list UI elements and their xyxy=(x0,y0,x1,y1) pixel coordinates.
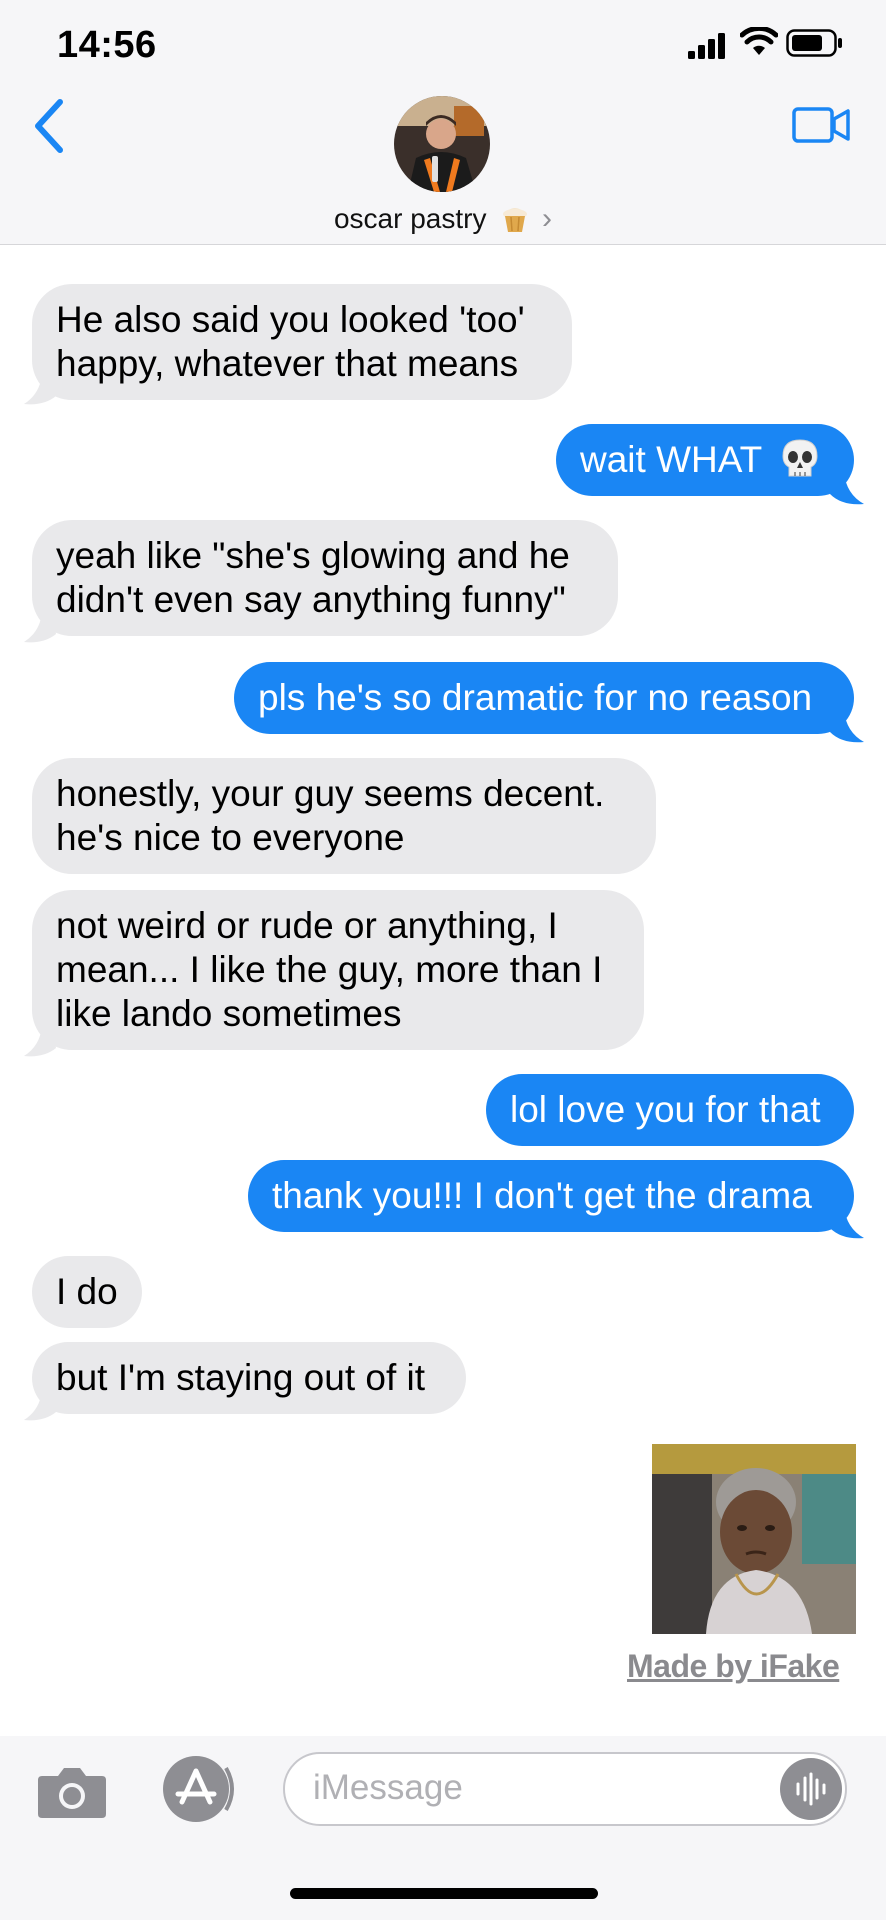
contact-name-row[interactable]: oscar pastry › xyxy=(0,202,886,236)
status-time: 14:56 xyxy=(57,24,157,66)
audio-message-button[interactable] xyxy=(780,1758,842,1820)
outgoing-message-bubble[interactable]: thank you!!! I don't get the drama xyxy=(248,1160,854,1232)
camera-icon[interactable] xyxy=(36,1764,108,1820)
contact-name: oscar pastry xyxy=(333,203,487,234)
bubble-tail xyxy=(24,374,56,405)
message-line: honestly, your guy seems decent. xyxy=(56,773,605,814)
message-line: He also said you looked 'too' xyxy=(56,299,525,340)
incoming-message-bubble[interactable]: yeah like "she's glowing and he didn't e… xyxy=(32,520,618,636)
incoming-message-bubble[interactable]: but I'm staying out of it xyxy=(32,1342,466,1414)
outgoing-message-bubble[interactable]: pls he's so dramatic for no reason xyxy=(234,662,854,734)
outgoing-message-bubble[interactable]: wait WHAT xyxy=(556,424,854,496)
message-line: like lando sometimes xyxy=(56,993,402,1034)
cupcake-emoji-icon xyxy=(503,208,528,232)
waveform-icon xyxy=(796,1772,826,1806)
message-text: I do xyxy=(56,1271,118,1312)
message-text: pls he's so dramatic for no reason xyxy=(258,677,813,718)
message-line: he's nice to everyone xyxy=(56,817,405,858)
message-text: lol love you for that xyxy=(510,1089,821,1130)
bubble-tail xyxy=(830,1206,864,1239)
back-chevron-icon[interactable] xyxy=(30,96,70,156)
contact-avatar[interactable] xyxy=(394,96,490,192)
chevron-right-icon: › xyxy=(542,202,553,235)
video-call-icon[interactable] xyxy=(792,105,852,145)
message-text: wait WHAT xyxy=(580,439,762,480)
message-line: happy, whatever that means xyxy=(56,343,519,384)
skull-emoji-icon xyxy=(782,439,818,477)
gif-attachment[interactable] xyxy=(652,1444,856,1634)
bubble-tail xyxy=(830,710,864,743)
cellular-signal-icon xyxy=(688,33,725,59)
outgoing-message-bubble[interactable]: lol love you for that xyxy=(486,1074,854,1146)
watermark-text: Made by iFake xyxy=(627,1648,840,1684)
message-line: yeah like "she's glowing and he xyxy=(56,535,570,576)
home-indicator xyxy=(290,1888,598,1899)
incoming-message-bubble[interactable]: He also said you looked 'too' happy, wha… xyxy=(32,284,572,400)
incoming-message-bubble[interactable]: honestly, your guy seems decent. he's ni… xyxy=(32,758,656,874)
bubble-tail xyxy=(24,612,56,643)
app-store-icon[interactable] xyxy=(156,1754,240,1824)
bubble-tail xyxy=(24,1390,56,1421)
message-line: didn't even say anything funny" xyxy=(56,579,566,620)
message-text: thank you!!! I don't get the drama xyxy=(272,1175,812,1216)
incoming-message-bubble[interactable]: I do xyxy=(32,1256,142,1328)
bubble-tail xyxy=(24,1026,56,1057)
bubble-tail xyxy=(830,472,864,505)
message-text: but I'm staying out of it xyxy=(56,1357,426,1398)
battery-icon xyxy=(786,29,842,57)
message-line: not weird or rude or anything, I xyxy=(56,905,558,946)
message-input-placeholder: iMessage xyxy=(313,1768,463,1807)
wifi-icon xyxy=(740,27,778,55)
message-line: mean... I like the guy, more than I xyxy=(56,949,603,990)
incoming-message-bubble[interactable]: not weird or rude or anything, I mean...… xyxy=(32,890,644,1050)
